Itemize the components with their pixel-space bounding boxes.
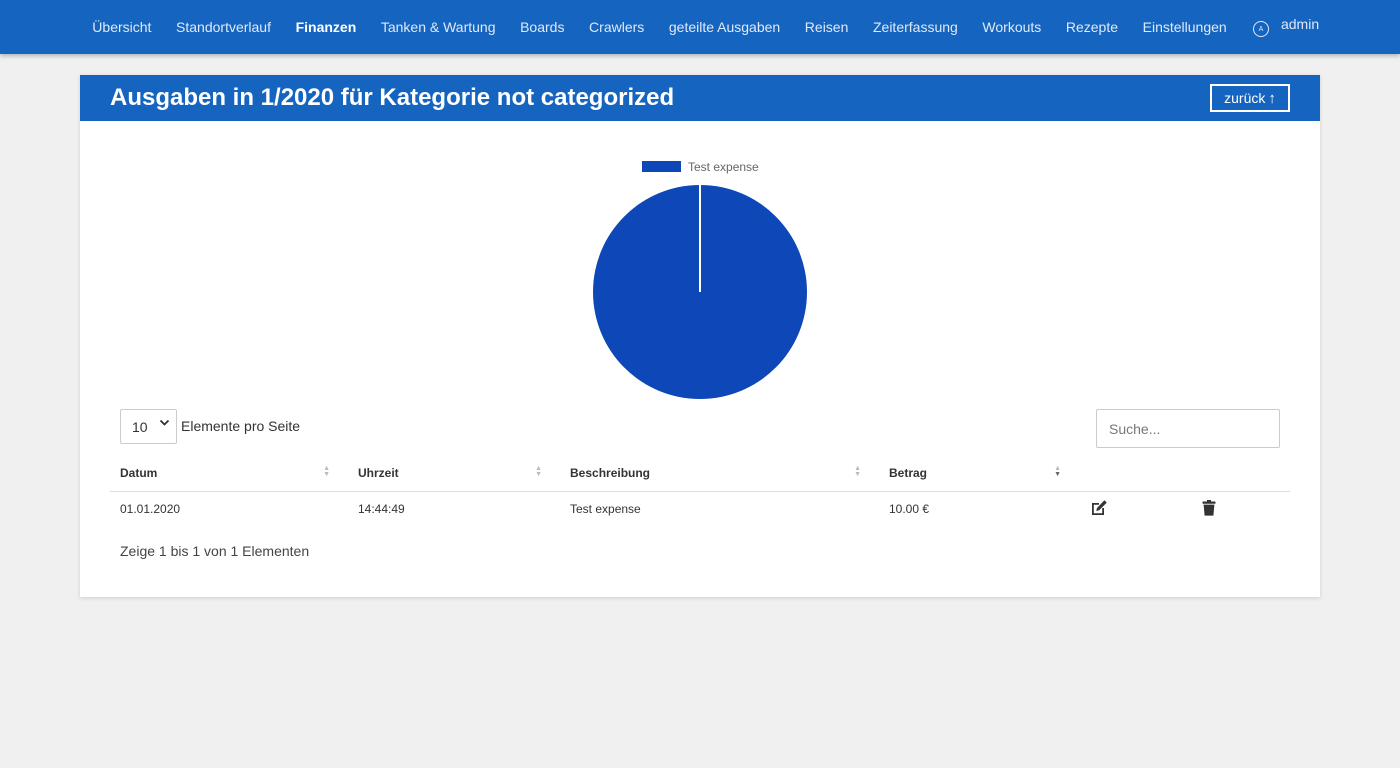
column-header-betrag[interactable]: Betrag ▲ ▼ xyxy=(879,455,1079,492)
nav-menu: Übersicht Standortverlauf Finanzen Tanke… xyxy=(80,0,1319,54)
cell-delete xyxy=(1189,492,1290,527)
nav-item-boards[interactable]: Boards xyxy=(508,0,577,54)
page-size-value: 10 xyxy=(132,418,148,435)
back-button[interactable]: zurück ↑ xyxy=(1210,84,1290,112)
nav-item-tanken-wartung[interactable]: Tanken & Wartung xyxy=(369,0,508,54)
top-navbar: Übersicht Standortverlauf Finanzen Tanke… xyxy=(0,0,1400,54)
card-header: Ausgaben in 1/2020 für Kategorie not cat… xyxy=(80,75,1320,121)
nav-item-rezepte[interactable]: Rezepte xyxy=(1054,0,1131,54)
table-header-row: Datum ▲ ▼ Uhrzeit ▲ ▼ Beschreibung ▲ ▼ Betr… xyxy=(110,455,1290,492)
column-header-label: Betrag xyxy=(889,466,928,480)
sort-icon: ▲ ▼ xyxy=(854,465,861,478)
pie-chart: Test expense xyxy=(80,121,1320,411)
table-row: 01.01.2020 14:44:49 Test expense 10.00 € xyxy=(110,492,1290,527)
column-header-uhrzeit[interactable]: Uhrzeit ▲ ▼ xyxy=(348,455,560,492)
page-size-label: Elemente pro Seite xyxy=(181,418,301,434)
sort-icon: ▲ ▼ xyxy=(1054,465,1061,478)
legend-swatch[interactable] xyxy=(642,161,681,172)
page-title: Ausgaben in 1/2020 für Kategorie not cat… xyxy=(110,84,675,111)
search-input[interactable] xyxy=(1096,409,1280,448)
column-header-beschreibung[interactable]: Beschreibung ▲ ▼ xyxy=(560,455,879,492)
column-header-edit xyxy=(1079,455,1189,492)
column-header-datum[interactable]: Datum ▲ ▼ xyxy=(110,455,348,492)
cell-time: 14:44:49 xyxy=(358,502,405,516)
cell-description: Test expense xyxy=(570,502,641,516)
column-header-label: Uhrzeit xyxy=(358,466,399,480)
cell-edit xyxy=(1079,492,1189,527)
back-button-label: zurück xyxy=(1224,90,1266,106)
nav-item-crawlers[interactable]: Crawlers xyxy=(577,0,657,54)
column-header-delete xyxy=(1189,455,1290,492)
trash-icon[interactable] xyxy=(1199,498,1219,518)
column-header-label: Datum xyxy=(120,466,158,480)
pie-chart-svg: Test expense xyxy=(593,160,807,399)
cell-date: 01.01.2020 xyxy=(120,502,181,516)
nav-item-uebersicht[interactable]: Übersicht xyxy=(80,0,164,54)
nav-item-workouts[interactable]: Workouts xyxy=(970,0,1053,54)
avatar-icon: A xyxy=(1252,21,1269,37)
nav-item-geteilte-ausgaben[interactable]: geteilte Ausgaben xyxy=(657,0,793,54)
arrow-up-icon: ↑ xyxy=(1268,89,1276,107)
expenses-card: Ausgaben in 1/2020 für Kategorie not cat… xyxy=(80,75,1320,597)
user-menu[interactable]: A admin xyxy=(1239,16,1320,37)
nav-item-zeiterfassung[interactable]: Zeiterfassung xyxy=(861,0,970,54)
sort-icon: ▲ ▼ xyxy=(323,465,330,478)
table-info: Zeige 1 bis 1 von 1 Elementen xyxy=(120,543,310,559)
nav-item-standortverlauf[interactable]: Standortverlauf xyxy=(164,0,284,54)
nav-item-finanzen[interactable]: Finanzen xyxy=(283,0,368,54)
chevron-down-icon xyxy=(159,419,170,426)
cell-amount: 10.00 € xyxy=(889,502,930,516)
sort-icon: ▲ ▼ xyxy=(535,465,542,478)
edit-icon[interactable] xyxy=(1089,498,1109,518)
expenses-table: Datum ▲ ▼ Uhrzeit ▲ ▼ Beschreibung ▲ ▼ Betr… xyxy=(110,455,1290,526)
nav-item-reisen[interactable]: Reisen xyxy=(793,0,861,54)
column-header-label: Beschreibung xyxy=(570,466,651,480)
page-size-select[interactable]: 10 xyxy=(120,409,177,444)
nav-item-einstellungen[interactable]: Einstellungen xyxy=(1130,0,1239,54)
user-name: admin xyxy=(1280,16,1320,32)
legend-label[interactable]: Test expense xyxy=(688,160,759,174)
